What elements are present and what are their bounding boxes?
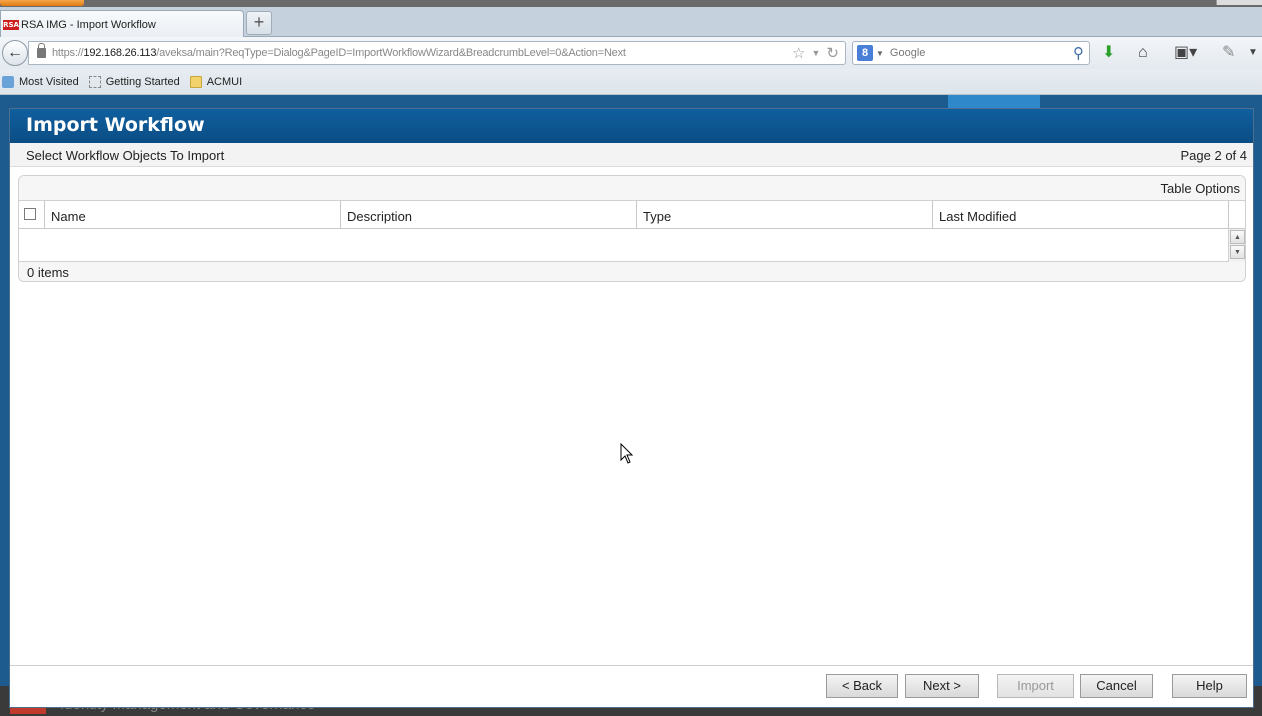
workflow-objects-table: Table Options Name Description Type Last… xyxy=(18,175,1246,282)
table-scrollbar[interactable]: ▲ ▼ xyxy=(1228,229,1245,262)
bookmark-getting-started[interactable]: Getting Started xyxy=(88,75,180,88)
bookmark-most-visited[interactable]: Most Visited xyxy=(2,75,79,88)
url-bar[interactable]: https://192.168.26.113/aveksa/main?ReqTy… xyxy=(28,41,846,65)
mouse-cursor-icon xyxy=(620,443,634,464)
dialog-title: Import Workflow xyxy=(10,109,1253,143)
dropdown-arrow-icon[interactable]: ▼ xyxy=(812,44,821,62)
browser-tab-active[interactable]: RSA RSA IMG - Import Workflow xyxy=(0,10,244,38)
page-icon xyxy=(88,75,101,88)
column-header-type[interactable]: Type xyxy=(637,201,933,228)
dialog-button-bar: < Back Next > Import Cancel Help xyxy=(10,665,1253,707)
addon-icon[interactable]: ✎ xyxy=(1222,44,1235,62)
import-button[interactable]: Import xyxy=(997,674,1074,698)
column-header-name[interactable]: Name xyxy=(45,201,341,228)
url-path: /aveksa/main?ReqType=Dialog&PageID=Impor… xyxy=(156,47,626,59)
firefox-menu-button[interactable] xyxy=(0,0,84,6)
reload-icon[interactable]: ↻ xyxy=(826,44,839,62)
step-title: Select Workflow Objects To Import xyxy=(26,148,225,163)
item-count: 0 items xyxy=(19,262,1245,281)
window-titlebar xyxy=(0,0,1262,7)
overflow-menu-icon[interactable]: ▼ xyxy=(1248,44,1258,62)
home-icon[interactable]: ⌂ xyxy=(1138,44,1148,62)
help-button[interactable]: Help xyxy=(1172,674,1247,698)
new-tab-plus-icon[interactable]: + xyxy=(246,11,272,35)
search-input[interactable]: Google xyxy=(890,47,925,59)
bookmark-label: Most Visited xyxy=(19,75,79,88)
folder-icon xyxy=(189,75,202,88)
search-bar[interactable]: 8 ▼ Google ⚲ xyxy=(852,41,1090,65)
navigation-toolbar: ← https://192.168.26.113/aveksa/main?Req… xyxy=(0,37,1262,69)
tab-title: RSA IMG - Import Workflow xyxy=(21,18,156,31)
back-button[interactable]: < Back xyxy=(826,674,898,698)
rsa-favicon-icon: RSA xyxy=(3,19,19,30)
url-prefix: https:// xyxy=(52,47,84,59)
bookmark-acmui[interactable]: ACMUI xyxy=(189,75,243,88)
bookmark-star-icon[interactable]: ☆ xyxy=(792,44,805,62)
next-button[interactable]: Next > xyxy=(905,674,979,698)
back-arrow-icon[interactable]: ← xyxy=(2,40,28,66)
import-workflow-dialog: Import Workflow Select Workflow Objects … xyxy=(9,108,1254,708)
cancel-button[interactable]: Cancel xyxy=(1080,674,1153,698)
download-icon[interactable]: ⬇ xyxy=(1102,44,1115,62)
bookmarks-menu-icon[interactable]: ▣▾ xyxy=(1174,44,1197,62)
app-nav-tab-highlight xyxy=(948,95,1040,109)
bookmark-label: Getting Started xyxy=(105,75,180,88)
table-options-link[interactable]: Table Options xyxy=(1161,181,1241,196)
url-host: 192.168.26.113 xyxy=(83,47,157,59)
scroll-down-icon[interactable]: ▼ xyxy=(1230,245,1245,259)
search-engine-icon[interactable]: 8 xyxy=(857,45,873,61)
column-header-description[interactable]: Description xyxy=(341,201,637,228)
search-engine-dropdown-icon[interactable]: ▼ xyxy=(876,49,884,58)
lock-icon xyxy=(37,43,46,58)
table-header: Name Description Type Last Modified xyxy=(19,200,1245,229)
column-header-last-modified[interactable]: Last Modified xyxy=(933,201,1229,228)
url-text: https://192.168.26.113/aveksa/main?ReqTy… xyxy=(52,47,626,59)
bookmarks-toolbar: Most Visited Getting Started ACMUI xyxy=(0,69,1262,95)
table-toolbar: Table Options xyxy=(19,176,1245,200)
wizard-step-bar: Select Workflow Objects To Import Page 2… xyxy=(10,143,1253,167)
most-visited-icon xyxy=(2,75,14,88)
window-controls[interactable] xyxy=(1216,0,1262,5)
table-body: ▲ ▼ xyxy=(19,229,1245,262)
select-all-checkbox[interactable] xyxy=(24,208,36,220)
tab-strip: RSA RSA IMG - Import Workflow + xyxy=(0,7,1262,38)
select-all-cell xyxy=(19,201,45,228)
page-indicator: Page 2 of 4 xyxy=(1180,148,1248,163)
scroll-up-icon[interactable]: ▲ xyxy=(1230,230,1245,244)
bookmark-label: ACMUI xyxy=(206,75,243,88)
search-icon[interactable]: ⚲ xyxy=(1073,44,1084,62)
